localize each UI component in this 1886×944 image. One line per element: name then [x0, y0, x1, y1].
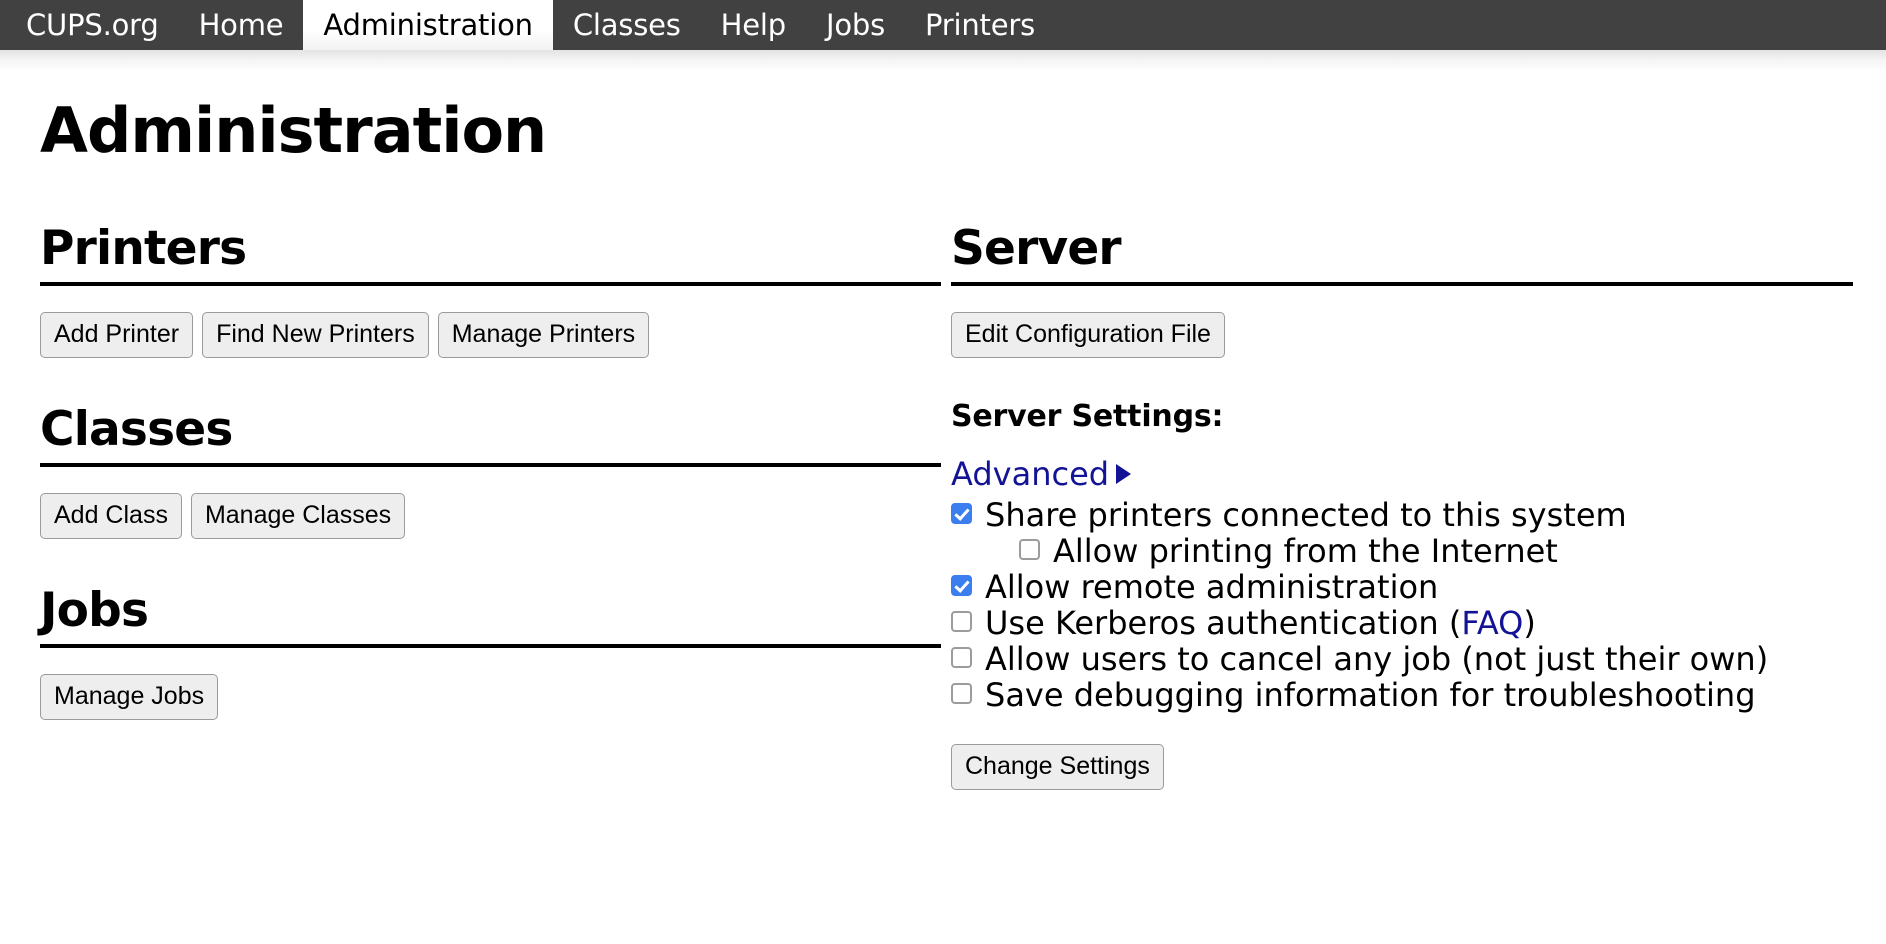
add-printer-button[interactable]: Add Printer	[40, 312, 194, 359]
printers-section: Printers Add Printer Find New Printers Man…	[40, 221, 942, 359]
setting-label: Save debugging information for troublesh…	[985, 676, 1756, 715]
classes-section: Classes Add Class Manage Classes	[40, 402, 942, 540]
nav-printers[interactable]: Printers	[905, 0, 1055, 50]
setting-row: Allow printing from the Internet	[951, 532, 1853, 570]
nav-cups-org[interactable]: CUPS.org	[6, 0, 179, 50]
manage-classes-button[interactable]: Manage Classes	[190, 493, 406, 540]
faq-link[interactable]: FAQ	[1461, 604, 1523, 642]
setting-row: Share printers connected to this system	[951, 496, 1853, 534]
edit-configuration-file-button[interactable]: Edit Configuration File	[951, 312, 1225, 359]
setting-label: Share printers connected to this system	[985, 496, 1627, 535]
server-heading: Server	[951, 221, 1122, 277]
server-settings-checkbox-list: Share printers connected to this system A…	[951, 496, 1853, 714]
setting-label: Use Kerberos authentication (FAQ)	[985, 604, 1536, 642]
right-column: Server Edit Configuration File Server Se…	[951, 221, 1853, 791]
change-settings-row: Change Settings	[951, 744, 1853, 791]
manage-printers-button[interactable]: Manage Printers	[437, 312, 650, 359]
triangle-right-icon	[1116, 464, 1132, 485]
change-settings-button[interactable]: Change Settings	[951, 744, 1164, 791]
setting-row: Allow remote administration	[951, 568, 1853, 606]
nav-home[interactable]: Home	[179, 0, 304, 50]
find-new-printers-button[interactable]: Find New Printers	[202, 312, 429, 359]
nav-classes[interactable]: Classes	[553, 0, 701, 50]
advanced-settings-toggle[interactable]: Advanced	[951, 455, 1853, 493]
jobs-divider	[40, 644, 941, 649]
checkbox-share-printers[interactable]	[951, 503, 972, 525]
setting-label-text-end: )	[1523, 604, 1536, 643]
checkbox-allow-remote-administration[interactable]	[951, 575, 972, 597]
navbar-fade-divider	[0, 50, 1886, 72]
two-column-layout: Printers Add Printer Find New Printers Man…	[40, 221, 1886, 791]
nav-help[interactable]: Help	[701, 0, 806, 50]
server-divider	[951, 282, 1853, 287]
server-button-row: Edit Configuration File	[951, 312, 1853, 359]
top-navigation-bar: CUPS.org Home Administration Classes Help Job…	[0, 0, 1886, 50]
page-title: Administration	[40, 94, 547, 167]
nav-administration[interactable]: Administration	[303, 0, 553, 50]
printers-divider	[40, 282, 941, 287]
jobs-section: Jobs Manage Jobs	[40, 583, 942, 721]
server-section: Server Edit Configuration File Server Se…	[951, 221, 1853, 791]
classes-divider	[40, 463, 941, 468]
setting-label: Allow printing from the Internet	[1053, 532, 1558, 571]
setting-row: Use Kerberos authentication (FAQ)	[951, 604, 1853, 642]
printers-button-row: Add Printer Find New Printers Manage Print…	[40, 312, 942, 359]
left-column: Printers Add Printer Find New Printers Man…	[40, 225, 942, 790]
advanced-link[interactable]: Advanced	[951, 455, 1109, 493]
page-content: Administration Printers Add Printer Find …	[0, 94, 1886, 791]
printers-heading: Printers	[40, 221, 247, 277]
checkbox-use-kerberos[interactable]	[951, 611, 972, 633]
classes-heading: Classes	[40, 402, 233, 458]
setting-row: Allow users to cancel any job (not just …	[951, 640, 1853, 678]
setting-row: Save debugging information for troublesh…	[951, 676, 1853, 714]
nav-jobs[interactable]: Jobs	[806, 0, 905, 50]
setting-label: Allow remote administration	[985, 568, 1439, 607]
manage-jobs-button[interactable]: Manage Jobs	[40, 674, 219, 721]
add-class-button[interactable]: Add Class	[40, 493, 182, 540]
jobs-heading: Jobs	[40, 583, 149, 639]
setting-label: Allow users to cancel any job (not just …	[985, 640, 1769, 679]
checkbox-save-debugging-info[interactable]	[951, 683, 972, 705]
setting-label-text: Use Kerberos authentication (	[985, 604, 1462, 643]
checkbox-allow-cancel-any-job[interactable]	[951, 647, 972, 669]
classes-button-row: Add Class Manage Classes	[40, 493, 942, 540]
jobs-button-row: Manage Jobs	[40, 674, 942, 721]
server-settings-label: Server Settings:	[951, 399, 1224, 435]
checkbox-allow-internet-printing[interactable]	[1019, 539, 1040, 561]
